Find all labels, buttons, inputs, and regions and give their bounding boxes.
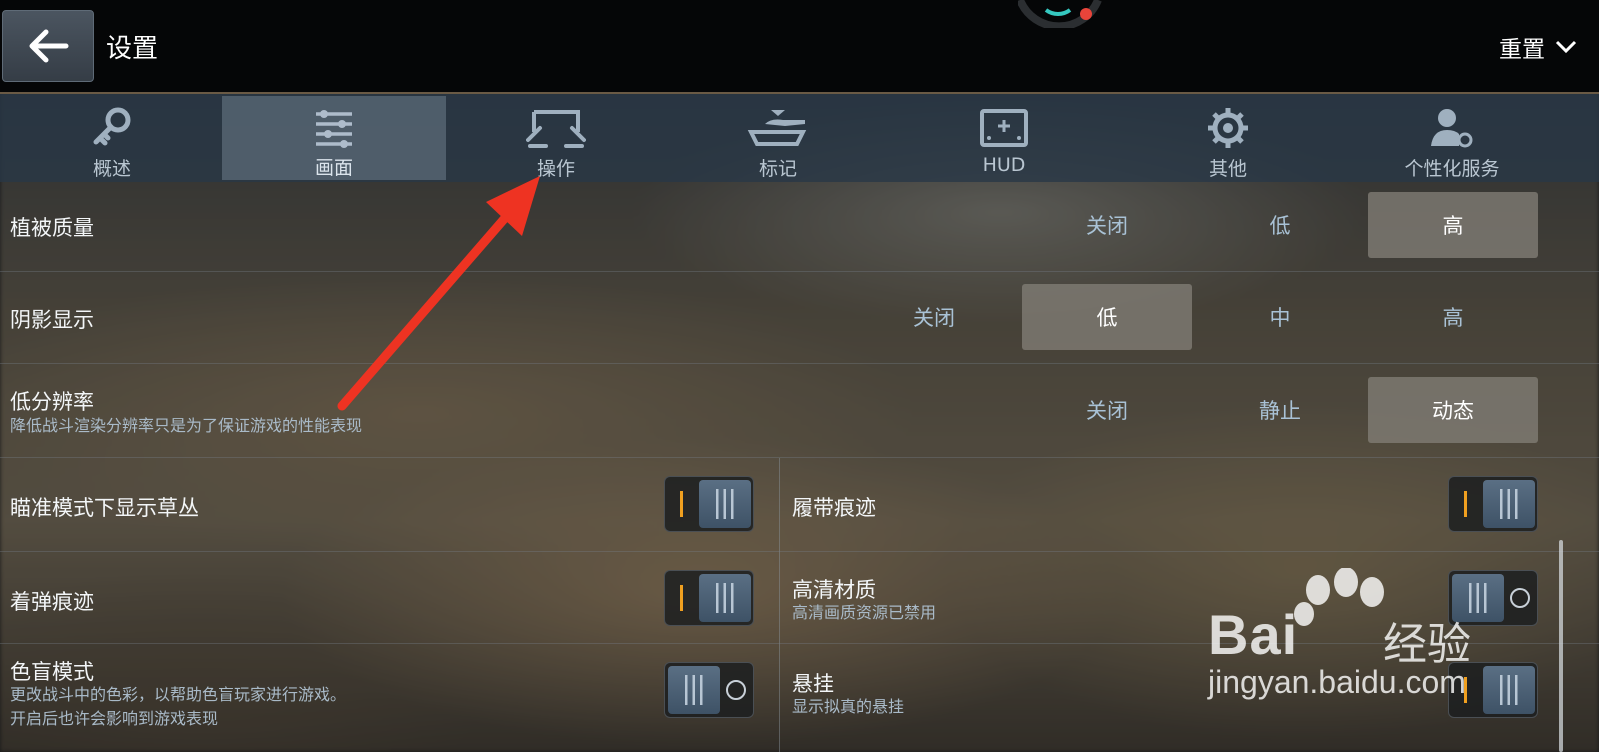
- setting-label: 低分辨率: [10, 390, 94, 414]
- toggle-row-2: 着弹痕迹 高清材质 高清画质资源已禁用: [0, 552, 1599, 644]
- toggle-on-mark-icon: [680, 585, 683, 611]
- tab-bar: 概述 画面 操作 标记 HUD 其他 个性化服务: [0, 92, 1599, 182]
- tab-overview[interactable]: 概述: [0, 96, 224, 180]
- setting-label: 色盲模式: [10, 660, 94, 684]
- setting-row-low-resolution: 低分辨率 降低战斗渲染分辨率只是为了保证游戏的性能表现 关闭 静止 动态: [0, 364, 1599, 458]
- tab-graphics[interactable]: 画面: [222, 96, 446, 180]
- grip-icon: [716, 583, 734, 613]
- sliders-icon: [316, 109, 352, 148]
- option-off[interactable]: 关闭: [849, 284, 1019, 350]
- option-low[interactable]: 低: [1195, 192, 1365, 258]
- setting-label: 阴影显示: [10, 308, 94, 332]
- user-gear-icon: [1431, 109, 1473, 148]
- toggle-track-marks[interactable]: [1448, 476, 1538, 532]
- tab-label: 其他: [1208, 158, 1247, 180]
- page-title: 设置: [106, 34, 159, 64]
- tab-label: 操作: [536, 158, 575, 180]
- hud-icon: [980, 109, 1028, 147]
- tab-controls[interactable]: 操作: [444, 96, 668, 180]
- grip-icon: [1500, 675, 1518, 705]
- option-high[interactable]: 高: [1368, 284, 1538, 350]
- reset-label: 重置: [1499, 37, 1545, 63]
- setting-row-shadow: 阴影显示 关闭 低 中 高: [0, 272, 1599, 364]
- scrollbar[interactable]: [1559, 540, 1563, 752]
- toggle-impact-marks[interactable]: [664, 570, 754, 626]
- setting-description: 开启后也许会影响到游戏表现: [10, 709, 219, 728]
- option-high-selected[interactable]: 高: [1368, 192, 1538, 258]
- option-dynamic-selected[interactable]: 动态: [1368, 377, 1538, 443]
- setting-description: 显示拟真的悬挂: [792, 697, 905, 716]
- toggle-row-1: 瞄准模式下显示草丛 履带痕迹: [0, 458, 1599, 552]
- option-static[interactable]: 静止: [1195, 377, 1365, 443]
- option-off[interactable]: 关闭: [1022, 192, 1192, 258]
- setting-label: 悬挂: [792, 672, 834, 696]
- setting-label: 植被质量: [10, 216, 94, 240]
- setting-label: 履带痕迹: [792, 496, 876, 520]
- option-off[interactable]: 关闭: [1022, 377, 1192, 443]
- setting-description: 高清画质资源已禁用: [792, 603, 937, 622]
- back-button[interactable]: [2, 10, 94, 82]
- tab-personalized-service[interactable]: 个性化服务: [1340, 96, 1564, 180]
- setting-label: 瞄准模式下显示草丛: [10, 496, 199, 520]
- tab-label: 标记: [758, 158, 797, 180]
- arrow-left-icon: [29, 29, 69, 63]
- toggle-off-circle-icon: [1510, 588, 1530, 608]
- tab-markers[interactable]: 标记: [666, 96, 890, 180]
- toggle-colorblind[interactable]: [664, 662, 754, 718]
- toggle-off-circle-icon: [726, 680, 746, 700]
- controls-icon: [526, 110, 586, 148]
- watermark-brand-cn: 经验: [1383, 619, 1471, 670]
- grip-icon: [1500, 489, 1518, 519]
- key-icon: [93, 107, 131, 146]
- tank-icon: [747, 110, 807, 146]
- tab-label: 概述: [92, 158, 131, 180]
- reset-dropdown[interactable]: 重置: [1499, 30, 1577, 64]
- tab-other[interactable]: 其他: [1116, 96, 1340, 180]
- gear-icon: [1208, 108, 1248, 148]
- watermark-brand: Bai: [1208, 603, 1299, 666]
- top-bar: 设置 重置: [0, 0, 1599, 92]
- setting-description: 降低战斗渲染分辨率只是为了保证游戏的性能表现: [10, 416, 363, 435]
- setting-description: 更改战斗中的色彩，以帮助色盲玩家进行游戏。: [10, 685, 347, 704]
- setting-label: 高清材质: [792, 578, 876, 602]
- status-indicator-icon: [1018, 0, 1102, 28]
- option-low-selected[interactable]: 低: [1022, 284, 1192, 350]
- tab-label: 画面: [314, 157, 353, 179]
- toggle-on-mark-icon: [680, 491, 683, 517]
- chevron-down-icon: [1555, 40, 1577, 54]
- toggle-aim-grass[interactable]: [664, 476, 754, 532]
- tab-label: HUD: [982, 154, 1026, 176]
- option-medium[interactable]: 中: [1195, 284, 1365, 350]
- setting-row-vegetation: 植被质量 关闭 低 高: [0, 182, 1599, 272]
- tab-hud[interactable]: HUD: [892, 96, 1116, 180]
- grip-icon: [685, 675, 703, 705]
- toggle-on-mark-icon: [1464, 491, 1467, 517]
- watermark-url: jingyan.baidu.com: [1208, 664, 1466, 700]
- tab-label: 个性化服务: [1404, 158, 1500, 180]
- setting-label: 着弹痕迹: [10, 590, 94, 614]
- grip-icon: [716, 489, 734, 519]
